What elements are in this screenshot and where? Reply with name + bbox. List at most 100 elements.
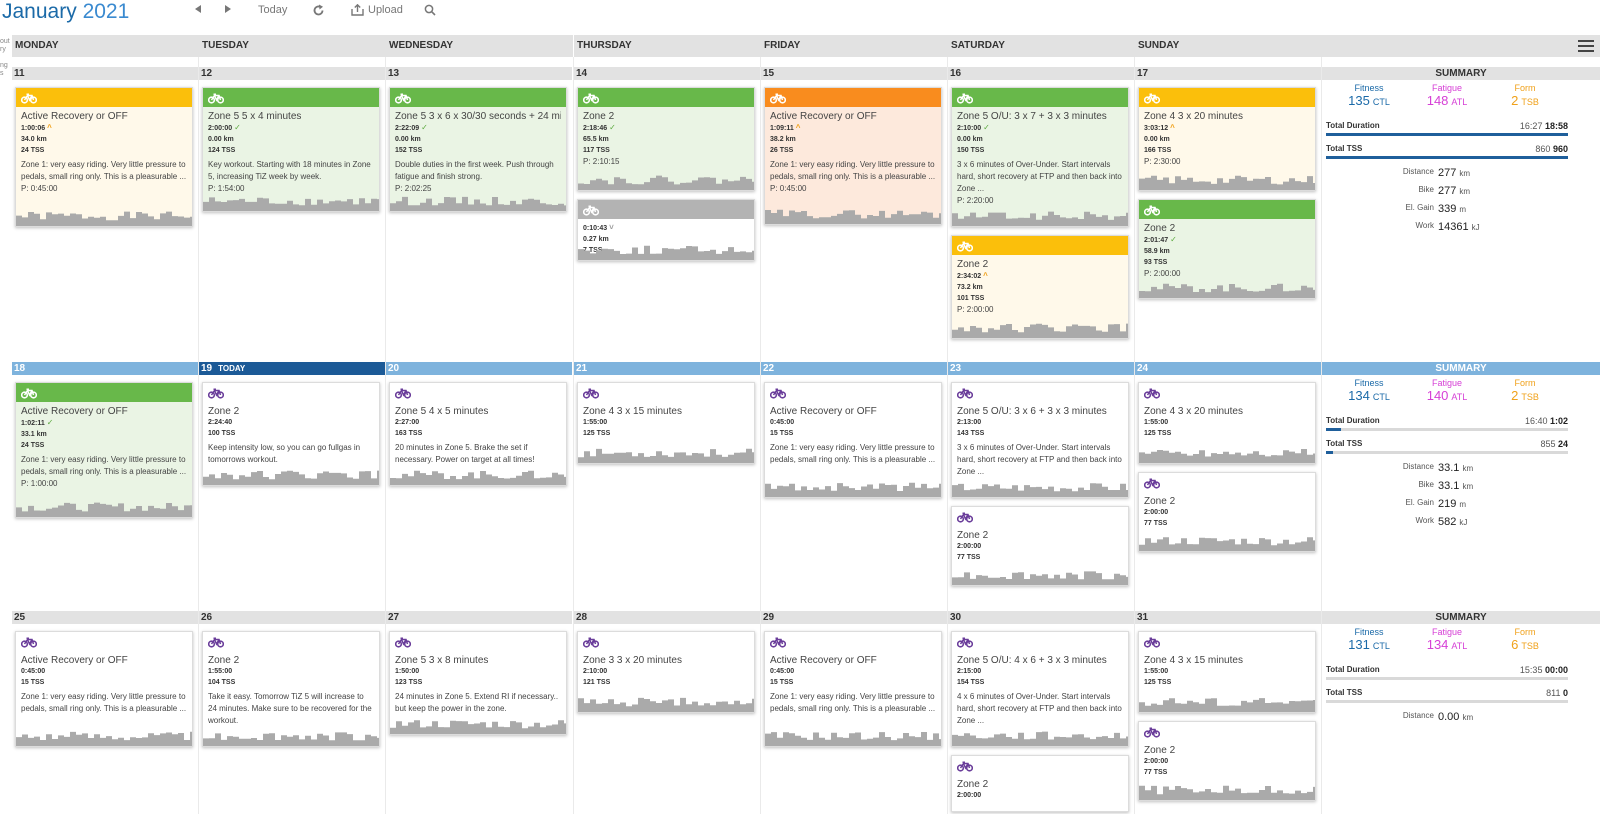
column-divider — [760, 57, 761, 814]
workout-card[interactable]: Active Recovery or OFF 0:45:00 15 TSS Zone … — [764, 631, 942, 747]
workout-title: Zone 4 3 x 20 minutes — [1144, 406, 1243, 417]
workout-stat-value: 38.2 km — [770, 136, 796, 143]
summary-header: SUMMARY — [1322, 67, 1600, 80]
power-profile-graph — [765, 209, 941, 224]
workout-type-bar — [952, 88, 1128, 107]
workout-stat-value: 93 TSS — [1144, 259, 1168, 266]
workout-card[interactable]: Zone 2 2:34:02 ^ 73.2 km 101 TSS P: 2:00:00 — [951, 235, 1129, 339]
workout-body: Zone 4 3 x 20 minutes 1:55:00 125 TSS — [1139, 402, 1315, 439]
workout-stat-value: 0:45:00 — [770, 419, 795, 426]
caret-up-icon: ^ — [47, 123, 52, 132]
workout-stat-value: 2:22:09 — [395, 125, 420, 132]
upload-button[interactable]: Upload — [351, 4, 403, 16]
workout-card[interactable]: Zone 4 3 x 20 minutes 3:03:12 ^ 0.00 km 166 … — [1138, 87, 1316, 191]
workout-stat-value: 15 TSS — [770, 679, 794, 686]
duration-row: Total Duration 15:35 00:00 — [1326, 665, 1568, 677]
day-number: 11 — [14, 68, 25, 79]
workout-planned-duration: P: 0:45:00 — [21, 184, 58, 193]
workout-stat: 2:00:00 — [957, 541, 1123, 552]
bike-purple-icon — [207, 388, 225, 399]
workout-card[interactable]: Zone 2 1:55:00 104 TSS Take it easy. Tomorr… — [202, 631, 380, 747]
workout-stat-value: 1:55:00 — [1144, 668, 1169, 675]
form-metric: Form 6 TSB — [1482, 627, 1568, 652]
tss-progress-fill — [1326, 156, 1568, 159]
workout-card[interactable]: Zone 2 2:24:40 100 TSS Keep intensity low, … — [202, 382, 380, 486]
fitness-label: Fitness — [1354, 627, 1384, 637]
workout-description: 24 minutes in Zone 5. Extend RI if neces… — [395, 692, 559, 713]
workout-card[interactable]: Zone 2 2:18:46 ✓ 65.5 km 117 TSS P: 2:10:15 — [577, 87, 755, 191]
workout-stat: 0.00 km — [395, 134, 561, 145]
workout-type-bar — [1139, 722, 1315, 741]
workout-body: Zone 4 3 x 20 minutes 3:03:12 ^ 0.00 km 166 … — [1139, 107, 1315, 166]
workout-stat: 125 TSS — [583, 428, 749, 439]
workout-stat-value: 1:02:11 — [21, 420, 45, 427]
workout-stat: 166 TSS — [1144, 145, 1310, 156]
workout-title: Zone 2 — [957, 530, 989, 541]
workout-card[interactable]: Zone 5 4 x 5 minutes 2:27:00 163 TSS 20 min… — [389, 382, 567, 486]
workout-card[interactable]: Zone 4 3 x 15 minutes 1:55:00 125 TSS — [577, 382, 755, 464]
workout-type-bar — [203, 88, 379, 107]
workout-card[interactable]: Zone 5 O/U: 4 x 6 + 3 x 3 minutes 2:15:00… — [951, 631, 1129, 747]
workout-card[interactable]: Zone 5 3 x 6 x 30/30 seconds + 24 mi... 2… — [389, 87, 567, 212]
day-number: 27 — [388, 612, 400, 623]
workout-card[interactable]: Zone 2 2:00:00 77 TSS — [1138, 472, 1316, 552]
workout-stat: 24 TSS — [21, 440, 187, 451]
workout-type-bar — [203, 383, 379, 402]
next-week-button[interactable] — [224, 4, 232, 14]
workout-card[interactable]: Zone 4 3 x 20 minutes 1:55:00 125 TSS — [1138, 382, 1316, 464]
menu-icon[interactable] — [1578, 40, 1594, 52]
search-button[interactable] — [424, 4, 436, 16]
workout-stat: 1:09:11 ^ — [770, 122, 936, 134]
prev-week-button[interactable] — [194, 4, 202, 14]
power-profile-graph — [203, 470, 379, 485]
workout-stat: 15 TSS — [770, 677, 936, 688]
workout-card[interactable]: Active Recovery or OFF 1:02:11 ✓ 33.1 km 24 … — [15, 382, 193, 518]
year-label: 2021 — [82, 0, 130, 23]
summary-stat-label: Bike — [1418, 185, 1434, 194]
workout-body: Zone 2 2:34:02 ^ 73.2 km 101 TSS P: 2:00:00 — [952, 255, 1128, 314]
workout-type-bar — [390, 88, 566, 107]
form-unit: TSB — [1521, 392, 1539, 402]
duration-planned: 15:35 — [1519, 665, 1543, 675]
workout-card[interactable]: Zone 5 O/U: 3 x 6 + 3 x 3 minutes 2:13:00… — [951, 382, 1129, 498]
workout-card[interactable]: Zone 2 2:00:00 — [951, 755, 1129, 812]
workout-card[interactable]: Active Recovery or OFF 1:09:11 ^ 38.2 km 26 … — [764, 87, 942, 225]
summary-stat-unit: km — [1459, 169, 1471, 178]
refresh-button[interactable] — [312, 4, 325, 17]
workout-card[interactable]: Zone 3 3 x 20 minutes 2:10:00 121 TSS — [577, 631, 755, 713]
workout-card[interactable]: Zone 5 O/U: 3 x 7 + 3 x 3 minutes 2:10:00… — [951, 87, 1129, 227]
day-number-bar: 20 — [386, 362, 572, 375]
workout-card[interactable]: Zone 2 2:00:00 77 TSS — [951, 506, 1129, 586]
bike-icon — [956, 241, 974, 252]
duration-label: Total Duration — [1326, 665, 1380, 674]
chevron-right-icon — [225, 5, 231, 13]
workout-card[interactable]: Active Recovery or OFF 0:45:00 15 TSS Zone … — [764, 382, 942, 498]
workout-card[interactable]: Zone 5 5 x 4 minutes 2:00:00 ✓ 0.00 km 124 T… — [202, 87, 380, 212]
summary-stat-unit: m — [1459, 205, 1467, 214]
day-number: 24 — [1137, 363, 1149, 374]
today-button-label: Today — [258, 4, 288, 16]
fatigue-label: Fatigue — [1431, 627, 1463, 637]
tss-progress-bar — [1326, 156, 1568, 159]
summary-stat-label: Distance — [1402, 462, 1434, 471]
workout-description: 3 x 6 minutes of Over-Under. Start inter… — [957, 160, 1122, 193]
summary-stat-row: Work 14361 kJ — [1326, 221, 1576, 235]
workout-card[interactable]: Zone 5 3 x 8 minutes 1:50:00 123 TSS 24 min… — [389, 631, 567, 735]
workout-stat: 65.5 km — [583, 134, 749, 145]
workout-card[interactable]: Zone 2 2:00:00 77 TSS — [1138, 721, 1316, 801]
workout-type-bar — [952, 236, 1128, 255]
form-label: Form — [1514, 83, 1536, 93]
workout-stat-value: 2:24:40 — [208, 419, 233, 426]
workout-type-bar — [203, 632, 379, 651]
workout-card[interactable]: Active Recovery or OFF 0:45:00 15 TSS Zone … — [15, 631, 193, 747]
bike-purple-icon — [394, 637, 412, 648]
workout-card[interactable]: Active Recovery or OFF 1:00:06 ^ 34.0 km 24 … — [15, 87, 193, 227]
workout-card[interactable]: Zone 2 2:01:47 ✓ 58.9 km 93 TSS P: 2:00:00 — [1138, 199, 1316, 299]
workout-stat-value: 0:45:00 — [21, 668, 46, 675]
workout-planned-duration: P: 2:10:15 — [583, 157, 620, 166]
workout-stat-value: 125 TSS — [583, 430, 611, 437]
workout-type-bar — [390, 383, 566, 402]
today-button[interactable]: Today — [258, 4, 287, 16]
workout-card[interactable]: 0:10:43 ˅ 0.27 km 7 TSS — [577, 199, 755, 261]
workout-card[interactable]: Zone 4 3 x 15 minutes 1:55:00 125 TSS — [1138, 631, 1316, 713]
